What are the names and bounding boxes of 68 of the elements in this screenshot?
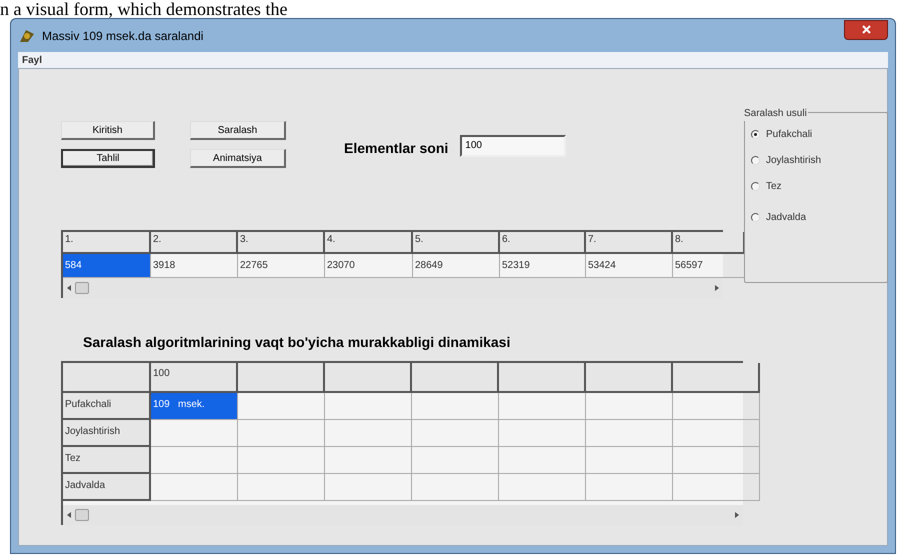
column-header: 8. [673,232,745,254]
radio-icon[interactable] [751,213,760,222]
column-header: 7. [586,232,673,254]
section-title: Saralash algoritmlarining vaqt bo'yicha murakkabligi dinamikasi [83,333,512,352]
row-header: Pufakchali [63,393,151,420]
radio-option[interactable]: Tez [751,179,887,194]
table-cell[interactable] [151,420,238,447]
row-header: Joylashtirish [63,420,151,447]
table-cell[interactable] [499,447,586,474]
column-header: 6. [500,232,586,254]
column-header: 3. [238,232,325,254]
table-cell[interactable] [673,447,760,474]
radio-option[interactable]: Pufakchali [751,127,887,142]
table-cell[interactable] [499,420,586,447]
table-cell[interactable] [238,474,325,501]
row-header: Jadvalda [63,474,151,501]
column-header: 4. [325,232,413,254]
table-cell[interactable] [325,474,412,501]
column-header: 5. [413,232,500,254]
caption-text: n a visual form, which demonstrates the [0,0,288,18]
radio-icon[interactable] [751,156,760,165]
table-cell[interactable] [325,393,412,420]
radio-icon[interactable] [751,182,760,191]
radio-option[interactable]: Jadvalda [751,210,887,225]
menu-item[interactable]: Fayl [22,52,42,68]
table-cell[interactable] [412,474,499,501]
table-cell[interactable] [238,393,325,420]
table-cell[interactable]: 584 [63,254,151,278]
table-cell[interactable] [586,420,673,447]
table-cell[interactable] [238,447,325,474]
action-button[interactable]: Animatsiya [190,149,286,168]
action-button[interactable]: Tahlil [61,149,155,168]
scroll-left-icon[interactable] [67,512,71,518]
table-cell[interactable] [151,447,238,474]
action-button[interactable]: Saralash [190,121,286,140]
table-cell[interactable] [151,474,238,501]
table-cell[interactable] [412,393,499,420]
scroll-right-icon[interactable] [735,512,739,518]
radio-option[interactable]: Joylashtirish [751,153,887,168]
table-cell[interactable] [412,447,499,474]
table-cell[interactable] [412,420,499,447]
scroll-thumb[interactable] [75,509,89,521]
row-header: Tez [63,447,151,474]
elements-count-label: Elementlar soni [344,139,448,158]
elements-count-field[interactable]: 100 [460,134,566,156]
table-cell[interactable] [325,420,412,447]
close-button[interactable] [844,20,888,40]
column-header: 2. [151,232,238,254]
table-cell[interactable] [325,447,412,474]
table-cell[interactable] [586,393,673,420]
table-cell[interactable]: 109 msek. [151,393,238,420]
table-cell[interactable] [238,420,325,447]
group-title: Saralash usuli [744,106,808,121]
table-cell[interactable] [673,393,760,420]
table-cell[interactable] [499,393,586,420]
window-title: Massiv 109 msek.da saralandi [42,28,204,44]
action-button[interactable]: Kiritish [61,121,155,140]
radio-icon[interactable] [751,130,760,139]
app-icon [18,28,36,44]
table-cell[interactable] [586,474,673,501]
scroll-thumb[interactable] [75,282,89,294]
table-cell[interactable] [586,447,673,474]
close-icon [862,25,870,34]
table-cell[interactable] [673,474,760,501]
scroll-right-icon[interactable] [715,285,719,291]
table-cell[interactable] [499,474,586,501]
scroll-left-icon[interactable] [67,285,71,291]
table-cell[interactable] [673,420,760,447]
